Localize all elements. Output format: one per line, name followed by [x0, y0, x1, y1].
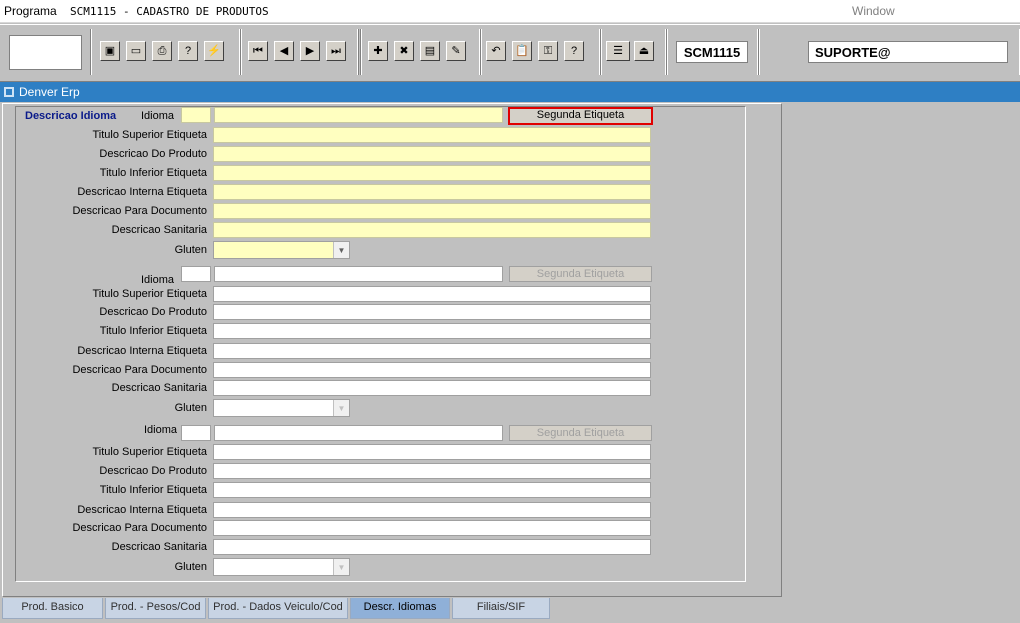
execute-query-icon[interactable]: ⚡	[204, 41, 224, 61]
idioma-code-field-2[interactable]	[181, 266, 211, 282]
descricao-sanitaria-field-3[interactable]	[213, 539, 651, 555]
insert-record-icon[interactable]: ✚	[368, 41, 388, 61]
idioma-name-field-3[interactable]	[214, 425, 503, 441]
tab-prod-pesos-cod[interactable]: Prod. - Pesos/Cod	[105, 598, 206, 619]
chevron-down-icon[interactable]: ▼	[333, 400, 349, 416]
chevron-down-icon[interactable]: ▼	[333, 242, 349, 258]
descricao-produto-field-1[interactable]	[213, 146, 651, 162]
descricao-interna-label-2: Descricao Interna Etiqueta	[77, 345, 207, 357]
titulo-superior-field-2[interactable]	[213, 286, 651, 302]
tab-bar: Prod. Basico Prod. - Pesos/Cod Prod. - D…	[0, 598, 1020, 620]
descricao-documento-field-3[interactable]	[213, 520, 651, 536]
descricao-documento-field-1[interactable]	[213, 203, 651, 219]
descricao-sanitaria-label-3: Descricao Sanitaria	[111, 541, 207, 553]
descricao-sanitaria-label-2: Descricao Sanitaria	[111, 382, 207, 394]
descricao-interna-field-2[interactable]	[213, 343, 651, 359]
toolbar: ▣ ▭ ⎙ ? ⚡ ⏮ ◀ ▶ ⏭ ✚ ✖ ▤ ✎ ↶ 📋 ⚿ ? ☰ ⏏ SC…	[0, 24, 1020, 82]
menu-window[interactable]: Window	[852, 4, 895, 18]
delete-record-icon[interactable]: ✖	[394, 41, 414, 61]
previous-record-icon[interactable]: ◀	[274, 41, 294, 61]
gluten-select-1[interactable]: ▼	[213, 241, 350, 259]
window-title: SCM1115 - CADASTRO DE PRODUTOS	[70, 5, 269, 18]
save-icon[interactable]: ▣	[100, 41, 120, 61]
app-icon	[4, 87, 14, 97]
edit-icon[interactable]: ✎	[446, 41, 466, 61]
segunda-etiqueta-button-1[interactable]: Segunda Etiqueta	[508, 107, 653, 125]
descricao-interna-field-1[interactable]	[213, 184, 651, 200]
descricao-produto-label-1: Descricao Do Produto	[99, 148, 207, 160]
descricao-sanitaria-field-1[interactable]	[213, 222, 651, 238]
titulo-inferior-field-1[interactable]	[213, 165, 651, 181]
gluten-label-1: Gluten	[174, 244, 207, 256]
segunda-etiqueta-button-3[interactable]: Segunda Etiqueta	[509, 425, 652, 441]
gluten-label-3: Gluten	[174, 561, 207, 573]
titulo-inferior-label-2: Titulo Inferior Etiqueta	[99, 325, 207, 337]
titulo-inferior-label-3: Titulo Inferior Etiqueta	[99, 484, 207, 496]
titulo-superior-field-1[interactable]	[213, 127, 651, 143]
descricao-sanitaria-label-1: Descricao Sanitaria	[111, 224, 207, 236]
tab-prod-dados-veiculo[interactable]: Prod. - Dados Veiculo/Cod	[208, 598, 348, 619]
descricao-documento-label-3: Descricao Para Documento	[72, 522, 207, 534]
gluten-select-2[interactable]: ▼	[213, 399, 350, 417]
exit-icon[interactable]: ⏏	[634, 41, 654, 61]
gluten-label-2: Gluten	[174, 402, 207, 414]
menu-icon[interactable]: ☰	[606, 41, 630, 61]
keys-icon[interactable]: ⚿	[538, 41, 558, 61]
first-record-icon[interactable]: ⏮	[248, 41, 268, 61]
tab-descr-idiomas[interactable]: Descr. Idiomas	[350, 598, 450, 619]
tab-filiais-sif[interactable]: Filiais/SIF	[452, 598, 550, 619]
titulo-inferior-field-3[interactable]	[213, 482, 651, 498]
print-icon[interactable]: ⎙	[152, 41, 172, 61]
section-title: Descricao Idioma	[25, 110, 117, 122]
user-field: SUPORTE@	[808, 41, 1008, 63]
idioma-name-field-1[interactable]	[214, 107, 503, 123]
descricao-documento-label-2: Descricao Para Documento	[72, 364, 207, 376]
idioma-code-field-3[interactable]	[181, 425, 211, 441]
app-title: Denver Erp	[19, 85, 80, 99]
descricao-produto-label-2: Descricao Do Produto	[99, 306, 207, 318]
descricao-interna-label-1: Descricao Interna Etiqueta	[77, 186, 207, 198]
undo-icon[interactable]: ↶	[486, 41, 506, 61]
titulo-inferior-label-1: Titulo Inferior Etiqueta	[99, 167, 207, 179]
clear-form-icon[interactable]: ▤	[420, 41, 440, 61]
titulo-superior-label-1: Titulo Superior Etiqueta	[92, 129, 207, 141]
tab-prod-basico[interactable]: Prod. Basico	[2, 598, 103, 619]
descricao-produto-label-3: Descricao Do Produto	[99, 465, 207, 477]
window-icon[interactable]: ▭	[126, 41, 146, 61]
gluten-select-3[interactable]: ▼	[213, 558, 350, 576]
titulo-inferior-field-2[interactable]	[213, 323, 651, 339]
module-code: SCM1115	[676, 41, 748, 63]
descricao-produto-field-2[interactable]	[213, 304, 651, 320]
chevron-down-icon[interactable]: ▼	[333, 559, 349, 575]
descricao-sanitaria-field-2[interactable]	[213, 380, 651, 396]
idioma-name-field-2[interactable]	[214, 266, 503, 282]
idioma-code-field-1[interactable]	[181, 107, 211, 123]
descricao-documento-field-2[interactable]	[213, 362, 651, 378]
titulo-superior-label-2: Titulo Superior Etiqueta	[92, 288, 207, 300]
titulo-superior-label-3: Titulo Superior Etiqueta	[92, 446, 207, 458]
descricao-interna-label-3: Descricao Interna Etiqueta	[77, 504, 207, 516]
descricao-documento-label-1: Descricao Para Documento	[72, 205, 207, 217]
idioma-label-1: Idioma	[140, 110, 174, 122]
next-record-icon[interactable]: ▶	[300, 41, 320, 61]
segunda-etiqueta-button-2[interactable]: Segunda Etiqueta	[509, 266, 652, 282]
titulo-superior-field-3[interactable]	[213, 444, 651, 460]
idioma-label-2: Idioma	[140, 274, 174, 286]
descricao-interna-field-3[interactable]	[213, 502, 651, 518]
idioma-label-3: Idioma	[143, 424, 177, 436]
menu-bar: Programa SCM1115 - CADASTRO DE PRODUTOS …	[0, 0, 1020, 23]
help-icon[interactable]: ?	[564, 41, 584, 61]
logo-box	[9, 35, 82, 70]
clipboard-icon[interactable]: 📋	[512, 41, 532, 61]
menu-programa[interactable]: Programa	[4, 4, 57, 18]
app-bar: Denver Erp	[0, 82, 1020, 102]
last-record-icon[interactable]: ⏭	[326, 41, 346, 61]
descricao-produto-field-3[interactable]	[213, 463, 651, 479]
query-icon[interactable]: ?	[178, 41, 198, 61]
